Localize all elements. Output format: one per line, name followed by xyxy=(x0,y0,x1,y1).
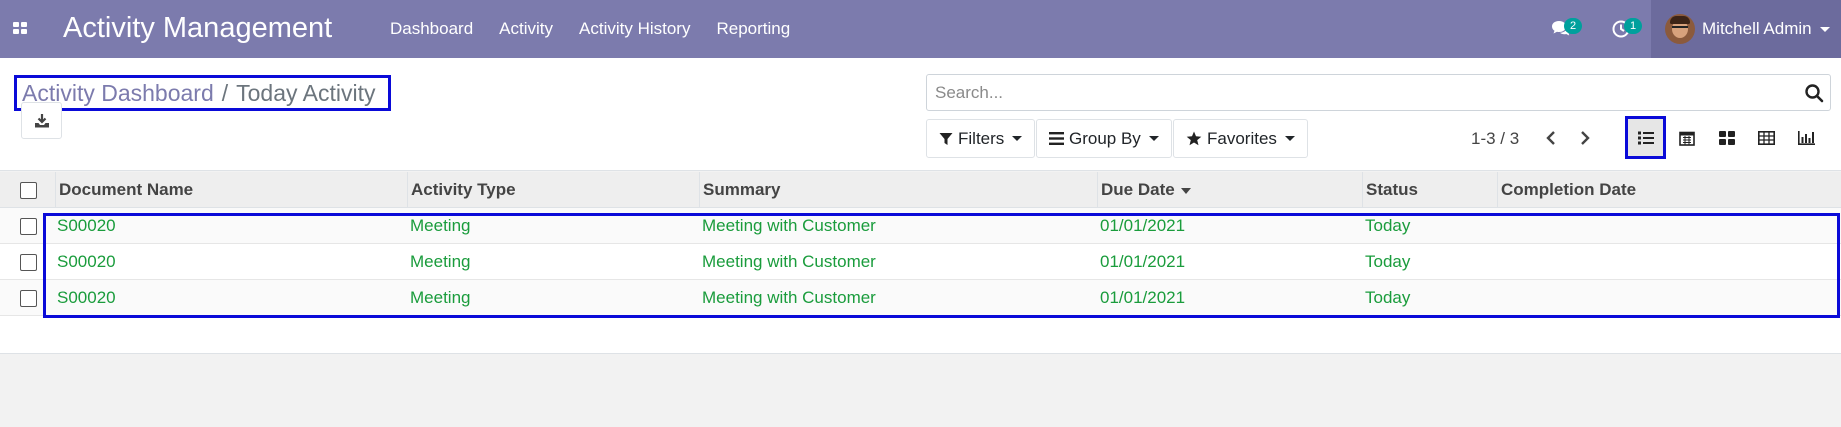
table-header: Document Name Activity Type Summary Due … xyxy=(0,172,1841,208)
column-header-activity-type[interactable]: Activity Type xyxy=(407,172,700,208)
column-header-document-name[interactable]: Document Name xyxy=(55,172,408,208)
table-row[interactable]: S00020 Meeting Meeting with Customer 01/… xyxy=(0,244,1841,280)
app-title[interactable]: Activity Management xyxy=(63,12,332,45)
control-panel: Activity Dashboard/Today Activity Filter… xyxy=(0,58,1841,171)
filter-icon xyxy=(939,132,953,145)
table-row[interactable]: S00020 Meeting Meeting with Customer 01/… xyxy=(0,208,1841,244)
messages-count-badge: 2 xyxy=(1564,18,1583,34)
bars-icon xyxy=(1049,132,1064,145)
column-header-summary[interactable]: Summary xyxy=(699,172,1097,208)
user-name: Mitchell Admin xyxy=(1702,19,1812,38)
favorites-label: Favorites xyxy=(1207,128,1277,148)
menu-item-activity[interactable]: Activity xyxy=(499,19,553,39)
kanban-icon xyxy=(1718,130,1735,145)
breadcrumb-separator: / xyxy=(221,80,229,106)
search-input[interactable] xyxy=(927,75,1787,110)
search-icon[interactable] xyxy=(1804,83,1824,103)
chevron-down-icon xyxy=(1284,136,1295,141)
search-field[interactable] xyxy=(926,74,1831,111)
chevron-down-icon xyxy=(1819,26,1830,32)
favorites-button[interactable]: Favorites xyxy=(1173,119,1308,158)
apps-menu-icon[interactable] xyxy=(13,22,29,36)
menu-item-reporting[interactable]: Reporting xyxy=(716,19,790,39)
cell-due-date: 01/01/2021 xyxy=(1100,216,1186,235)
list-view: Document Name Activity Type Summary Due … xyxy=(0,172,1841,354)
pager-previous-button[interactable] xyxy=(1537,124,1565,152)
avatar xyxy=(1665,14,1695,44)
calendar-icon xyxy=(1678,131,1695,146)
select-all-checkbox[interactable] xyxy=(20,182,37,199)
cell-activity-type: Meeting xyxy=(410,252,471,271)
systray: 2 1 Mitchell Admin xyxy=(1531,0,1841,58)
column-header-due-date[interactable]: Due Date xyxy=(1097,172,1362,208)
kanban-view-button[interactable] xyxy=(1706,116,1747,159)
pager-value[interactable]: 1-3 / 3 xyxy=(1471,129,1519,149)
cell-summary: Meeting with Customer xyxy=(702,252,876,271)
due-date-label: Due Date xyxy=(1101,180,1175,199)
cell-document-name: S00020 xyxy=(57,216,116,235)
breadcrumb-current: Today Activity xyxy=(236,80,376,106)
cell-due-date: 01/01/2021 xyxy=(1100,288,1186,307)
row-checkbox[interactable] xyxy=(20,254,37,271)
activities-count-badge: 1 xyxy=(1624,18,1643,34)
cell-status: Today xyxy=(1365,288,1411,307)
pager-next-button[interactable] xyxy=(1571,124,1599,152)
row-checkbox[interactable] xyxy=(20,290,37,307)
filters-label: Filters xyxy=(958,128,1005,148)
top-navbar: Activity Management Dashboard Activity A… xyxy=(0,0,1841,58)
cell-document-name: S00020 xyxy=(57,288,116,307)
chevron-down-icon xyxy=(1148,136,1159,141)
chevron-down-icon xyxy=(1012,136,1023,141)
breadcrumb: Activity Dashboard / Today Activity xyxy=(14,75,391,111)
pivot-view-button[interactable] xyxy=(1746,116,1787,159)
list-view-icon xyxy=(1637,131,1654,144)
bar-chart-icon xyxy=(1798,130,1815,145)
column-header-completion-date[interactable]: Completion Date xyxy=(1497,172,1841,208)
table-row[interactable]: S00020 Meeting Meeting with Customer 01/… xyxy=(0,280,1841,316)
cell-activity-type: Meeting xyxy=(410,288,471,307)
messages-button[interactable]: 2 xyxy=(1531,0,1591,58)
menu-item-activity-history[interactable]: Activity History xyxy=(579,19,690,39)
cell-due-date: 01/01/2021 xyxy=(1100,252,1186,271)
download-icon xyxy=(34,113,49,127)
row-checkbox[interactable] xyxy=(20,218,37,235)
chevron-right-icon xyxy=(1581,131,1590,145)
activities-button[interactable]: 1 xyxy=(1591,0,1651,58)
table-icon xyxy=(1758,130,1775,145)
list-view-button[interactable] xyxy=(1625,116,1666,159)
filters-button[interactable]: Filters xyxy=(926,119,1036,158)
group-by-label: Group By xyxy=(1069,128,1141,148)
cell-summary: Meeting with Customer xyxy=(702,288,876,307)
main-menu: Dashboard Activity Activity History Repo… xyxy=(390,0,816,58)
user-menu-button[interactable]: Mitchell Admin xyxy=(1651,0,1841,58)
cell-status: Today xyxy=(1365,252,1411,271)
sort-descending-icon xyxy=(1180,187,1191,194)
cell-document-name: S00020 xyxy=(57,252,116,271)
cell-activity-type: Meeting xyxy=(410,216,471,235)
calendar-view-button[interactable] xyxy=(1666,116,1707,159)
chevron-left-icon xyxy=(1546,131,1555,145)
group-by-button[interactable]: Group By xyxy=(1036,119,1172,158)
cell-status: Today xyxy=(1365,216,1411,235)
cell-summary: Meeting with Customer xyxy=(702,216,876,235)
export-button[interactable] xyxy=(21,102,62,139)
star-icon xyxy=(1186,131,1202,146)
menu-item-dashboard[interactable]: Dashboard xyxy=(390,19,473,39)
graph-view-button[interactable] xyxy=(1786,116,1827,159)
column-header-status[interactable]: Status xyxy=(1362,172,1498,208)
